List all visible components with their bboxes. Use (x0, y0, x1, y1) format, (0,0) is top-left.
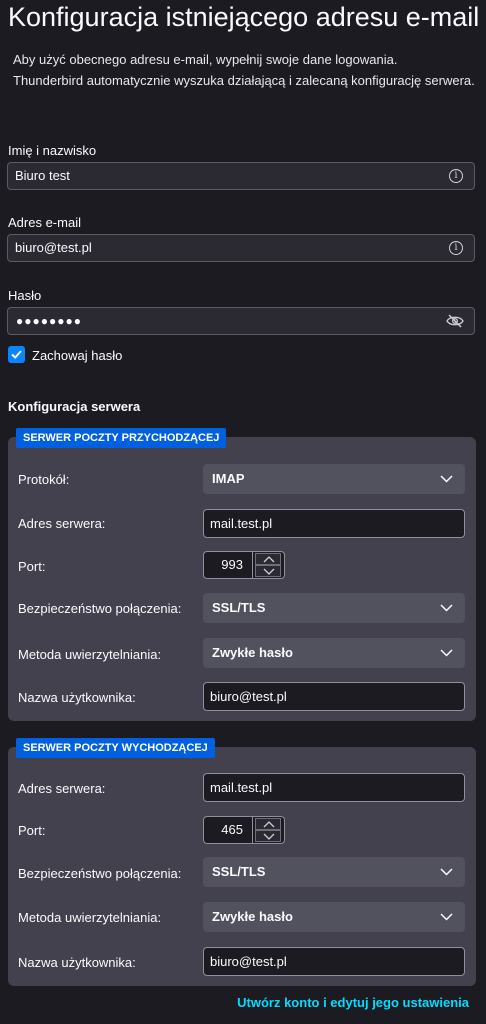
incoming-auth-label: Metoda uwierzytelniania: (18, 647, 162, 662)
incoming-protocol-value: IMAP (212, 471, 245, 486)
spin-down-button[interactable] (255, 565, 281, 577)
outgoing-auth-label: Metoda uwierzytelniania: (18, 910, 162, 925)
chevron-up-icon (263, 821, 275, 828)
incoming-server-label: Adres serwera: (18, 516, 106, 531)
password-field[interactable]: ●●●●●●●● (7, 307, 475, 335)
incoming-port-input[interactable]: 993 (203, 551, 253, 579)
outgoing-server-input[interactable]: mail.test.pl (203, 773, 465, 802)
incoming-auth-select[interactable]: Zwykłe hasło (203, 638, 465, 668)
incoming-protocol-label: Protokół: (18, 472, 70, 487)
chevron-down-icon (263, 833, 275, 840)
email-field[interactable]: biuro@test.pl i (7, 234, 475, 262)
outgoing-security-value: SSL/TLS (212, 864, 266, 879)
outgoing-auth-value: Zwykłe hasło (212, 909, 293, 924)
incoming-port-spinner[interactable] (253, 551, 285, 579)
spin-up-button[interactable] (255, 553, 281, 565)
name-label: Imię i nazwisko (8, 143, 97, 158)
checkmark-icon (11, 350, 22, 359)
name-field[interactable]: Biuro test i (7, 162, 475, 190)
outgoing-port-label: Port: (18, 823, 46, 838)
info-icon[interactable]: i (449, 169, 463, 183)
description-line-1: Aby użyć obecnego adresu e-mail, wypełni… (13, 52, 398, 67)
outgoing-username-input[interactable]: biuro@test.pl (203, 947, 465, 976)
spin-down-button[interactable] (255, 830, 281, 842)
password-value: ●●●●●●●● (16, 314, 82, 328)
incoming-protocol-select[interactable]: IMAP (203, 464, 465, 494)
outgoing-auth-select[interactable]: Zwykłe hasło (203, 902, 465, 932)
chevron-down-icon (440, 475, 453, 483)
incoming-auth-value: Zwykłe hasło (212, 645, 293, 660)
chevron-down-icon (440, 868, 453, 876)
outgoing-port-input[interactable]: 465 (203, 816, 253, 844)
outgoing-server-label: Adres serwera: (18, 781, 106, 796)
spin-up-button[interactable] (255, 818, 281, 830)
description-line-2: Thunderbird automatycznie wyszuka działa… (13, 73, 475, 88)
chevron-up-icon (263, 556, 275, 563)
email-label: Adres e-mail (8, 215, 81, 230)
incoming-security-select[interactable]: SSL/TLS (203, 593, 465, 623)
remember-password-label[interactable]: Zachowaj hasło (32, 348, 122, 363)
page-title: Konfiguracja istniejącego adresu e-mail (8, 2, 480, 32)
outgoing-security-select[interactable]: SSL/TLS (203, 857, 465, 887)
chevron-down-icon (263, 568, 275, 575)
incoming-port-label: Port: (18, 559, 46, 574)
eye-slash-icon[interactable] (446, 314, 464, 328)
email-value: biuro@test.pl (15, 240, 92, 255)
incoming-username-input[interactable]: biuro@test.pl (203, 682, 465, 711)
incoming-security-value: SSL/TLS (212, 600, 266, 615)
incoming-server-input[interactable]: mail.test.pl (203, 509, 465, 538)
chevron-down-icon (440, 604, 453, 612)
outgoing-port-spinner[interactable] (253, 816, 285, 844)
outgoing-username-label: Nazwa użytkownika: (18, 955, 136, 970)
password-label: Hasło (8, 288, 42, 303)
remember-password-checkbox[interactable] (8, 346, 25, 363)
server-config-title: Konfiguracja serwera (8, 399, 141, 414)
incoming-username-label: Nazwa użytkownika: (18, 690, 136, 705)
incoming-security-label: Bezpieczeństwo połączenia: (18, 601, 182, 616)
incoming-server-badge: SERWER POCZTY PRZYCHODZĄCEJ (16, 428, 227, 448)
outgoing-server-badge: SERWER POCZTY WYCHODZĄCEJ (16, 738, 215, 758)
chevron-down-icon (440, 649, 453, 657)
info-icon[interactable]: i (449, 241, 463, 255)
name-value: Biuro test (15, 168, 70, 183)
outgoing-security-label: Bezpieczeństwo połączenia: (18, 866, 182, 881)
chevron-down-icon (440, 913, 453, 921)
create-account-link[interactable]: Utwórz konto i edytuj jego ustawienia (237, 995, 469, 1010)
